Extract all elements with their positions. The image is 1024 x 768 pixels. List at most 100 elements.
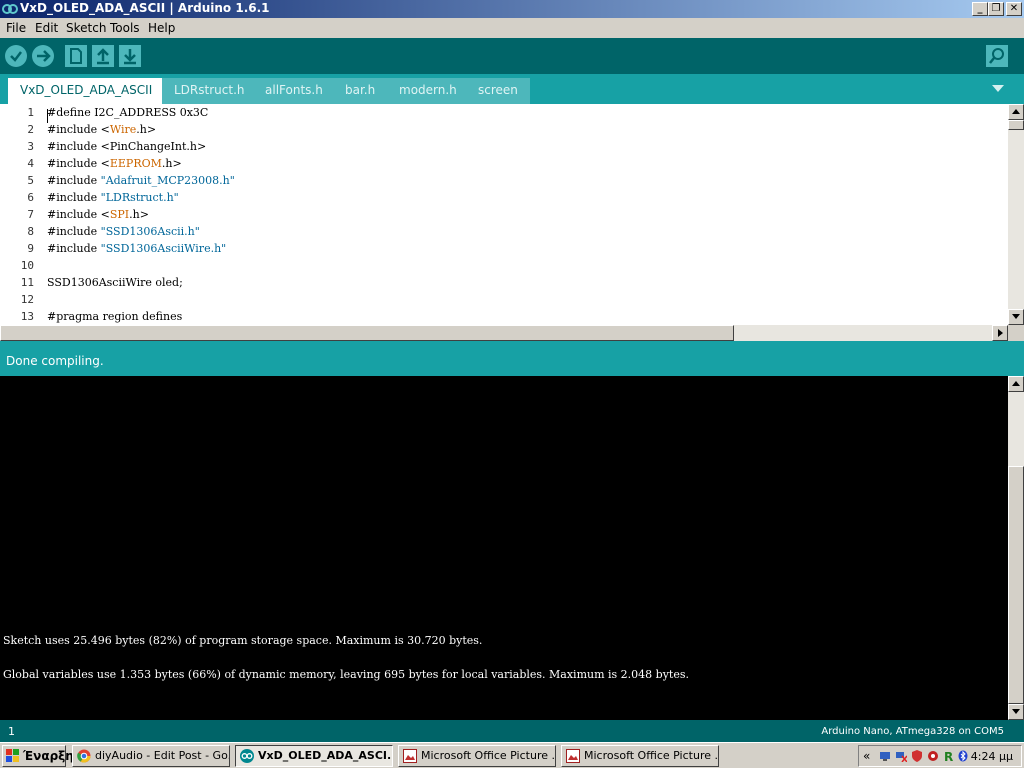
code-line: #define I2C_ADDRESS 0x3C bbox=[47, 106, 208, 119]
editor-scroll-down-button[interactable] bbox=[1008, 309, 1024, 325]
save-sketch-button[interactable] bbox=[119, 45, 141, 67]
tab-screen[interactable]: screen bbox=[466, 78, 530, 104]
code-line: #include <Wire.h> bbox=[47, 123, 156, 136]
upload-button[interactable] bbox=[32, 45, 54, 67]
menu-tools[interactable]: Tools bbox=[110, 21, 140, 35]
console-vertical-scrollbar[interactable] bbox=[1008, 376, 1024, 720]
taskbar-item-picture-manager-1[interactable]: Microsoft Office Picture ... bbox=[398, 745, 556, 767]
board-port-label: Arduino Nano, ATmega328 on COM5 bbox=[821, 726, 1004, 737]
taskbar-item-arduino[interactable]: VxD_OLED_ADA_ASCI... bbox=[235, 745, 393, 767]
menu-help[interactable]: Help bbox=[148, 21, 175, 35]
line-number: 9 bbox=[27, 242, 34, 255]
open-sketch-button[interactable] bbox=[92, 45, 114, 67]
code-text: .h> bbox=[136, 123, 157, 136]
code-line: #include "SSD1306Ascii.h" bbox=[47, 225, 200, 238]
code-line: #include "Adafruit_MCP23008.h" bbox=[47, 174, 235, 187]
code-line: #include <PinChangeInt.h> bbox=[47, 140, 206, 153]
taskbar-clock[interactable]: 4:24 μμ bbox=[971, 750, 1013, 763]
window-title: VxD_OLED_ADA_ASCII | Arduino 1.6.1 bbox=[20, 1, 270, 15]
code-text: SSD1306AsciiWire oled; bbox=[47, 276, 183, 289]
code-string: "SSD1306Ascii.h" bbox=[100, 225, 200, 238]
taskbar: Έναρξη diyAudio - Edit Post - Go... VxD_… bbox=[0, 742, 1024, 768]
taskbar-item-picture-manager-2[interactable]: Microsoft Office Picture ... bbox=[561, 745, 719, 767]
bluetooth-icon[interactable] bbox=[957, 750, 969, 762]
tab-ldrstruct[interactable]: LDRstruct.h bbox=[162, 78, 257, 104]
picture-manager-icon bbox=[403, 749, 417, 763]
code-editor[interactable]: 1 2 3 4 5 6 7 8 9 10 11 12 13 #define I2C_ADDRESS 0x… bbox=[0, 104, 1008, 325]
line-number: 13 bbox=[20, 310, 34, 323]
console-output[interactable]: Sketch uses 25.496 bytes (82%) of progra… bbox=[0, 376, 1008, 720]
editor-vertical-scroll-thumb[interactable] bbox=[1008, 120, 1024, 130]
line-number: 1 bbox=[27, 106, 34, 119]
menu-file[interactable]: File bbox=[6, 21, 26, 35]
code-keyword: Wire bbox=[109, 123, 137, 136]
maximize-button[interactable]: ❐ bbox=[988, 2, 1004, 16]
tab-vxd-oled-ada-ascii[interactable]: VxD_OLED_ADA_ASCII bbox=[8, 78, 165, 104]
code-text: #include <PinChangeInt.h> bbox=[47, 140, 207, 153]
antivirus-icon[interactable] bbox=[927, 750, 939, 762]
arduino-icon bbox=[2, 4, 18, 14]
code-text: #include < bbox=[47, 123, 110, 136]
console-scroll-up-button[interactable] bbox=[1008, 376, 1024, 392]
code-line: #pragma region defines bbox=[47, 310, 182, 323]
code-text: #include < bbox=[47, 208, 110, 221]
editor-horizontal-scrollbar[interactable] bbox=[0, 325, 1008, 341]
code-text: #pragma region defines bbox=[47, 310, 183, 323]
line-number: 6 bbox=[27, 191, 34, 204]
editor-vertical-scrollbar[interactable] bbox=[1008, 104, 1024, 325]
console-scroll-down-button[interactable] bbox=[1008, 704, 1024, 720]
code-string: "SSD1306AsciiWire.h" bbox=[100, 242, 227, 255]
code-line: #include <EEPROM.h> bbox=[47, 157, 182, 170]
code-text: #include < bbox=[47, 157, 110, 170]
taskbar-item-diyaudio[interactable]: diyAudio - Edit Post - Go... bbox=[72, 745, 230, 767]
code-string: "Adafruit_MCP23008.h" bbox=[100, 174, 235, 187]
current-line-number: 1 bbox=[8, 725, 15, 738]
line-number: 3 bbox=[27, 140, 34, 153]
security-shield-icon[interactable] bbox=[911, 750, 923, 762]
editor-scroll-up-button[interactable] bbox=[1008, 104, 1024, 120]
code-line: #include <SPI.h> bbox=[47, 208, 149, 221]
console-vertical-scroll-thumb[interactable] bbox=[1008, 466, 1024, 704]
code-text: #include bbox=[47, 242, 101, 255]
start-button[interactable]: Έναρξη bbox=[2, 745, 74, 767]
line-number: 10 bbox=[20, 259, 34, 272]
tab-allfonts[interactable]: allFonts.h bbox=[253, 78, 335, 104]
code-text: #define I2C_ADDRESS 0x3C bbox=[47, 106, 209, 119]
serial-monitor-button[interactable] bbox=[986, 45, 1008, 67]
title-bar: VxD_OLED_ADA_ASCII | Arduino 1.6.1 _ ❐ ✕ bbox=[0, 0, 1024, 18]
code-text: #include bbox=[47, 225, 101, 238]
chrome-icon bbox=[77, 749, 91, 763]
line-number: 2 bbox=[27, 123, 34, 136]
tab-bar-h[interactable]: bar.h bbox=[333, 78, 388, 104]
menu-edit[interactable]: Edit bbox=[35, 21, 58, 35]
svg-text:R: R bbox=[944, 750, 953, 762]
taskbar-item-label: Microsoft Office Picture ... bbox=[584, 749, 719, 762]
editor-horizontal-scroll-thumb[interactable] bbox=[0, 325, 734, 341]
network-icon[interactable] bbox=[879, 750, 891, 762]
windows-logo-icon bbox=[6, 749, 19, 762]
code-line: #include "SSD1306AsciiWire.h" bbox=[47, 242, 226, 255]
code-text: .h> bbox=[129, 208, 149, 221]
editor-scroll-right-button[interactable] bbox=[992, 325, 1008, 341]
tab-bar: VxD_OLED_ADA_ASCII LDRstruct.h allFonts.… bbox=[0, 74, 1024, 104]
app-r-icon[interactable]: R bbox=[943, 750, 955, 762]
code-keyword: EEPROM bbox=[109, 157, 162, 170]
tab-modern[interactable]: modern.h bbox=[387, 78, 469, 104]
network-warning-icon[interactable] bbox=[895, 750, 907, 762]
menu-sketch[interactable]: Sketch bbox=[66, 21, 106, 35]
footer-bar: 1 Arduino Nano, ATmega328 on COM5 bbox=[0, 720, 1024, 742]
new-sketch-button[interactable] bbox=[65, 45, 87, 67]
verify-button[interactable] bbox=[5, 45, 27, 67]
line-number-gutter: 1 2 3 4 5 6 7 8 9 10 11 12 13 bbox=[0, 104, 40, 325]
minimize-button[interactable]: _ bbox=[972, 2, 988, 16]
picture-manager-icon bbox=[566, 749, 580, 763]
status-message: Done compiling. bbox=[6, 354, 104, 368]
close-button[interactable]: ✕ bbox=[1006, 2, 1022, 16]
taskbar-item-label: Microsoft Office Picture ... bbox=[421, 749, 556, 762]
code-line: SSD1306AsciiWire oled; bbox=[47, 276, 183, 289]
tab-menu-chevron-down-icon[interactable] bbox=[990, 82, 1006, 94]
tray-expand-icon[interactable]: « bbox=[863, 750, 875, 762]
line-number: 5 bbox=[27, 174, 34, 187]
code-text: .h> bbox=[161, 157, 182, 170]
code-string: "LDRstruct.h" bbox=[100, 191, 179, 204]
